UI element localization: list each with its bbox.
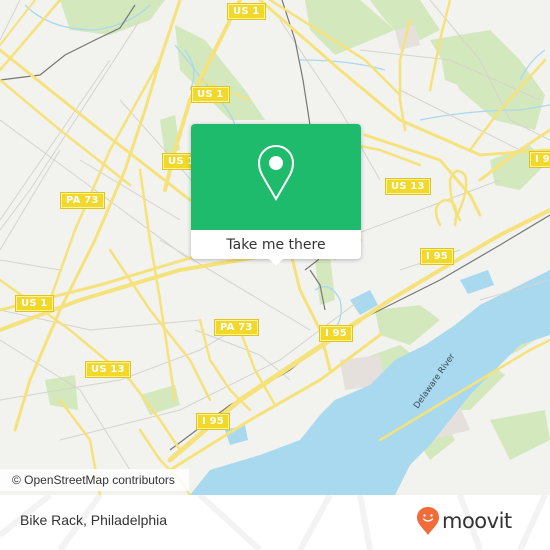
moovit-logo[interactable]: moovit [416, 506, 512, 536]
moovit-wordmark: moovit [442, 509, 512, 533]
place-name: Bike Rack, Philadelphia [20, 512, 168, 528]
location-popup: Take me there [191, 124, 361, 266]
route-shield-i-95: I 95 [529, 151, 550, 168]
route-shield-i-95: I 95 [319, 325, 353, 342]
route-shield-us-1: US 1 [227, 3, 266, 20]
route-shield-i-95: I 95 [196, 413, 230, 430]
route-shield-us-13: US 13 [85, 361, 131, 378]
map-attribution[interactable]: © OpenStreetMap contributors [0, 469, 189, 491]
map-canvas[interactable]: US 1 US 1 US 1 US 1 PA 73 PA 73 US 13 US… [0, 0, 550, 495]
route-shield-us-1: US 1 [15, 295, 54, 312]
footer-bar: Bike Rack, Philadelphia moovit [0, 495, 550, 550]
route-shield-pa-73: PA 73 [214, 319, 259, 336]
route-shield-pa-73: PA 73 [60, 192, 105, 209]
moovit-pin-icon [417, 507, 439, 535]
popup-header [191, 124, 361, 230]
route-shield-i-95: I 95 [420, 248, 454, 265]
route-shield-us-1: US 1 [191, 86, 230, 103]
take-me-there-button[interactable]: Take me there [191, 230, 361, 259]
popup-pointer [268, 258, 284, 266]
route-shield-us-13: US 13 [385, 178, 431, 195]
map-pin-icon [257, 144, 295, 201]
